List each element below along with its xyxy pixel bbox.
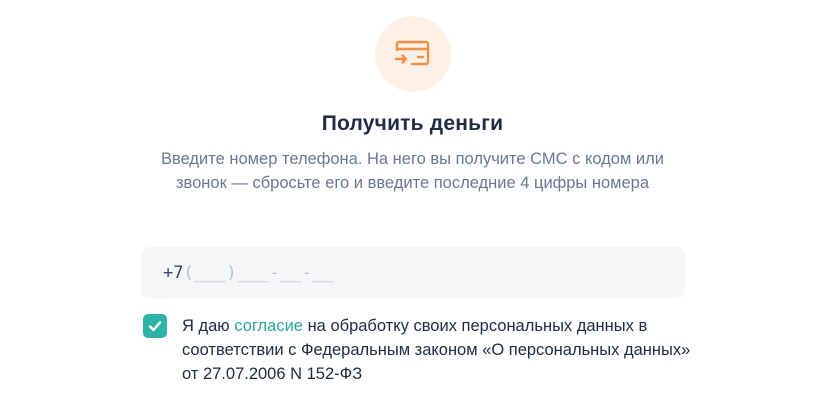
consent-text-before: Я даю <box>182 317 235 335</box>
checkmark-icon <box>148 321 162 332</box>
consent-row: Я даю согласие на обработку своих персон… <box>143 314 703 386</box>
phone-prefix: +7 <box>163 262 184 283</box>
page-subtitle: Введите номер телефона. На него вы получ… <box>161 150 664 192</box>
consent-checkbox[interactable] <box>143 314 167 338</box>
consent-text: Я даю согласие на обработку своих персон… <box>182 314 702 386</box>
card-receive-icon <box>394 40 430 66</box>
phone-input[interactable]: +7 (___)___-__-__ <box>141 247 685 298</box>
consent-link[interactable]: согласие <box>234 317 303 335</box>
icon-badge <box>375 16 451 92</box>
phone-mask-placeholder: (___)___-__-__ <box>183 262 334 283</box>
page-title: Получить деньги <box>321 112 504 135</box>
